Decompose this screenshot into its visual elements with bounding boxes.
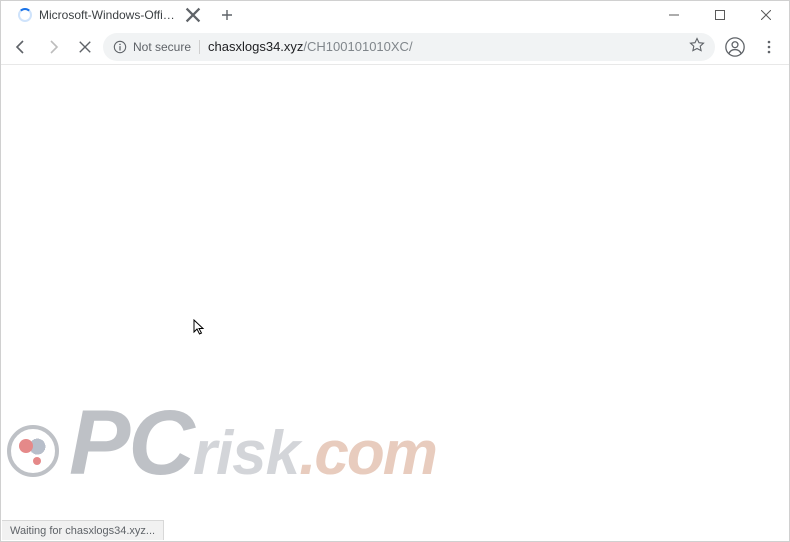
- url-text: chasxlogs34.xyz/CH100101010XC/: [208, 39, 681, 54]
- browser-window: Microsoft-Windows-Official-Serv: [0, 0, 790, 542]
- window-close-button[interactable]: [743, 1, 789, 29]
- bookmark-star-icon[interactable]: [689, 37, 705, 56]
- page-viewport: [2, 65, 788, 540]
- tab-active[interactable]: Microsoft-Windows-Official-Serv: [9, 1, 209, 29]
- back-button[interactable]: [7, 33, 35, 61]
- forward-button[interactable]: [39, 33, 67, 61]
- security-text: Not secure: [133, 40, 191, 54]
- profile-avatar-icon[interactable]: [723, 35, 747, 59]
- info-icon: [113, 40, 127, 54]
- window-maximize-button[interactable]: [697, 1, 743, 29]
- toolbar: Not secure chasxlogs34.xyz/CH100101010XC…: [1, 29, 789, 65]
- tab-close-icon[interactable]: [185, 7, 201, 23]
- status-text: Waiting for chasxlogs34.xyz...: [10, 525, 155, 537]
- url-path: /CH100101010XC/: [303, 39, 412, 54]
- app-menu-button[interactable]: [755, 33, 783, 61]
- stop-reload-button[interactable]: [71, 33, 99, 61]
- url-host: chasxlogs34.xyz: [208, 39, 303, 54]
- security-chip[interactable]: Not secure: [113, 40, 200, 54]
- loading-spinner-icon: [17, 7, 33, 23]
- new-tab-button[interactable]: [213, 1, 241, 29]
- tab-strip: Microsoft-Windows-Official-Serv: [1, 1, 651, 29]
- window-minimize-button[interactable]: [651, 1, 697, 29]
- status-bar: Waiting for chasxlogs34.xyz...: [2, 520, 164, 540]
- tab-title: Microsoft-Windows-Official-Serv: [39, 8, 179, 22]
- address-bar[interactable]: Not secure chasxlogs34.xyz/CH100101010XC…: [103, 33, 715, 61]
